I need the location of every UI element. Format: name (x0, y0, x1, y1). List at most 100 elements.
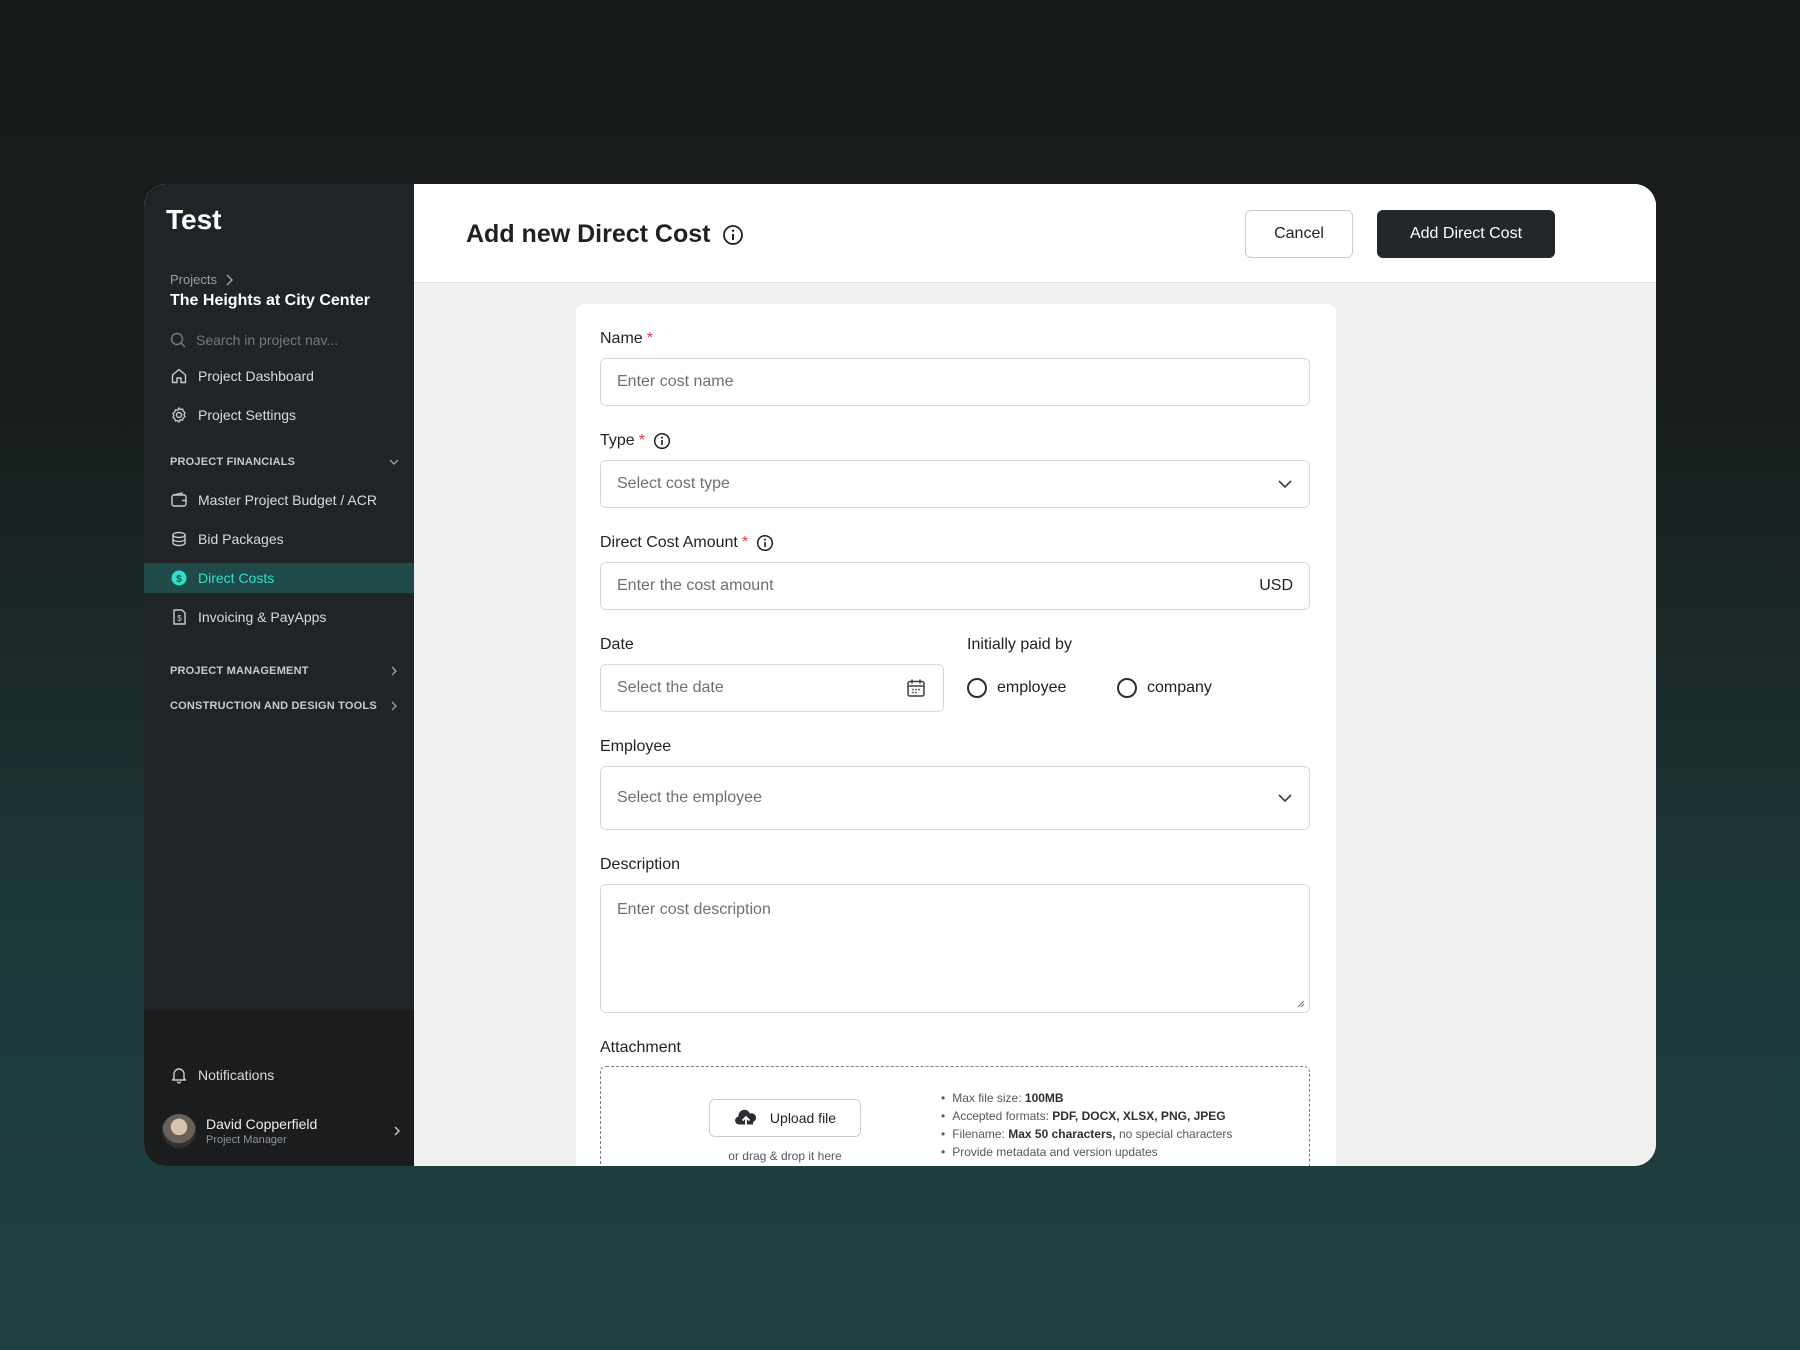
section-project-management[interactable]: PROJECT MANAGEMENT (170, 665, 400, 677)
cancel-button[interactable]: Cancel (1245, 210, 1353, 258)
employee-label: Employee (600, 738, 671, 756)
notifications-link[interactable]: Notifications (170, 1066, 274, 1084)
name-input[interactable]: Enter cost name (600, 358, 1310, 406)
employee-label-text: Employee (600, 738, 672, 755)
amount-label-text: Direct Cost Amount (600, 534, 738, 551)
chevron-right-icon (391, 666, 397, 676)
home-icon (171, 368, 187, 384)
rule-item: Provide metadata and version updates (941, 1143, 1301, 1161)
chevron-down-icon (1278, 794, 1292, 803)
attachment-rules: Max file size: 100MB Accepted formats: P… (941, 1089, 1301, 1161)
bell-icon (171, 1068, 187, 1084)
sidebar-item-master-budget[interactable]: Master Project Budget / ACR (144, 485, 414, 515)
type-label-text: Type (600, 432, 635, 449)
sidebar-item-bid-packages[interactable]: Bid Packages (144, 524, 414, 554)
cloud-upload-icon (734, 1109, 756, 1126)
name-label-text: Name (600, 330, 643, 347)
radio-circle[interactable] (967, 678, 987, 698)
search-icon (170, 332, 186, 348)
sidebar-item-invoicing[interactable]: $ Invoicing & PayApps (144, 602, 414, 632)
attachment-label-text: Attachment (600, 1039, 681, 1056)
description-placeholder: Enter cost description (617, 901, 771, 918)
required-marker: * (646, 330, 653, 347)
sidebar: Test Projects The Heights at City Center… (144, 184, 414, 1166)
wallet-icon (171, 492, 187, 507)
name-placeholder: Enter cost name (617, 373, 734, 390)
calendar-icon[interactable] (905, 677, 927, 699)
attachment-dropzone[interactable]: Upload file or drag & drop it here Max f… (600, 1066, 1310, 1166)
amount-placeholder: Enter the cost amount (617, 577, 774, 594)
sidebar-footer: Notifications David Copperfield Project … (144, 1010, 414, 1166)
employee-select[interactable]: Select the employee (600, 766, 1310, 830)
paid-by-label: Initially paid by (967, 636, 1072, 654)
svg-text:$: $ (176, 574, 182, 585)
description-textarea[interactable]: Enter cost description (600, 884, 1310, 1013)
sidebar-item-project-settings[interactable]: Project Settings (144, 400, 414, 430)
radio-employee[interactable]: employee (967, 678, 1066, 698)
invoice-icon: $ (173, 609, 186, 625)
notifications-label: Notifications (198, 1067, 275, 1083)
radio-company[interactable]: company (1117, 678, 1212, 698)
user-profile[interactable]: David Copperfield Project Manager (162, 1114, 402, 1148)
page-header: Add new Direct Cost Cancel Add Direct Co… (414, 184, 1656, 283)
info-icon[interactable] (756, 534, 774, 552)
attachment-label: Attachment (600, 1039, 681, 1057)
rule-item: Accepted formats: PDF, DOCX, XLSX, PNG, … (941, 1107, 1301, 1125)
name-label: Name * (600, 330, 653, 348)
sidebar-item-project-dashboard[interactable]: Project Dashboard (144, 361, 414, 391)
chevron-down-icon (389, 459, 399, 465)
main-content: Add new Direct Cost Cancel Add Direct Co… (414, 184, 1656, 1166)
resize-handle-icon[interactable] (1297, 1000, 1305, 1008)
app-brand: Test (166, 204, 222, 235)
currency-label: USD (1259, 577, 1293, 594)
employee-placeholder: Select the employee (617, 789, 762, 806)
user-role: Project Manager (206, 1134, 287, 1146)
project-nav-search[interactable]: Search in project nav... (170, 332, 338, 348)
chevron-right-icon (226, 273, 234, 286)
section-construction-design-tools[interactable]: CONSTRUCTION AND DESIGN TOOLS (170, 700, 400, 712)
date-label: Date (600, 636, 634, 654)
type-select[interactable]: Select cost type (600, 460, 1310, 508)
sidebar-item-direct-costs[interactable]: $ Direct Costs (144, 563, 414, 593)
rule-item: Max file size: 100MB (941, 1089, 1301, 1107)
amount-input[interactable]: Enter the cost amount USD (600, 562, 1310, 610)
sidebar-item-label: Bid Packages (198, 531, 284, 547)
project-name: The Heights at City Center (170, 292, 371, 309)
info-icon[interactable] (653, 432, 671, 450)
rule-item: Filename: Max 50 characters, no special … (941, 1125, 1301, 1143)
paid-by-label-text: Initially paid by (967, 636, 1072, 653)
app-window: Test Projects The Heights at City Center… (144, 184, 1656, 1166)
required-marker: * (741, 534, 749, 551)
search-placeholder: Search in project nav... (196, 332, 339, 348)
radio-label: company (1147, 679, 1212, 696)
chevron-down-icon (1278, 480, 1292, 489)
section-project-financials[interactable]: PROJECT FINANCIALS (170, 456, 400, 468)
sidebar-item-label: Direct Costs (198, 570, 275, 586)
breadcrumb[interactable]: Projects (170, 272, 234, 287)
sidebar-item-label: Master Project Budget / ACR (198, 492, 377, 508)
gear-icon (172, 407, 186, 423)
info-icon[interactable] (722, 224, 744, 246)
description-label-text: Description (600, 856, 681, 873)
breadcrumb-projects[interactable]: Projects (170, 272, 217, 287)
section-title: CONSTRUCTION AND DESIGN TOOLS (170, 700, 377, 712)
date-label-text: Date (600, 636, 634, 653)
page-title: Add new Direct Cost (466, 220, 744, 249)
type-placeholder: Select cost type (617, 475, 730, 492)
add-direct-cost-button[interactable]: Add Direct Cost (1377, 210, 1555, 258)
upload-file-label: Upload file (769, 1110, 837, 1126)
radio-circle[interactable] (1117, 678, 1137, 698)
direct-cost-form: Name * Enter cost name Type * Select cos… (576, 304, 1336, 1166)
upload-file-button[interactable]: Upload file (709, 1099, 861, 1137)
avatar (162, 1114, 196, 1148)
section-title: PROJECT MANAGEMENT (170, 665, 309, 677)
date-picker[interactable]: Select the date (600, 664, 944, 712)
sidebar-item-label: Invoicing & PayApps (198, 609, 327, 625)
radio-label: employee (997, 679, 1067, 696)
chevron-right-icon (391, 701, 397, 711)
svg-text:$: $ (177, 614, 182, 623)
description-label: Description (600, 856, 680, 874)
coins-icon (172, 531, 186, 547)
sidebar-item-label: Project Dashboard (198, 368, 314, 384)
type-label: Type * (600, 432, 671, 450)
